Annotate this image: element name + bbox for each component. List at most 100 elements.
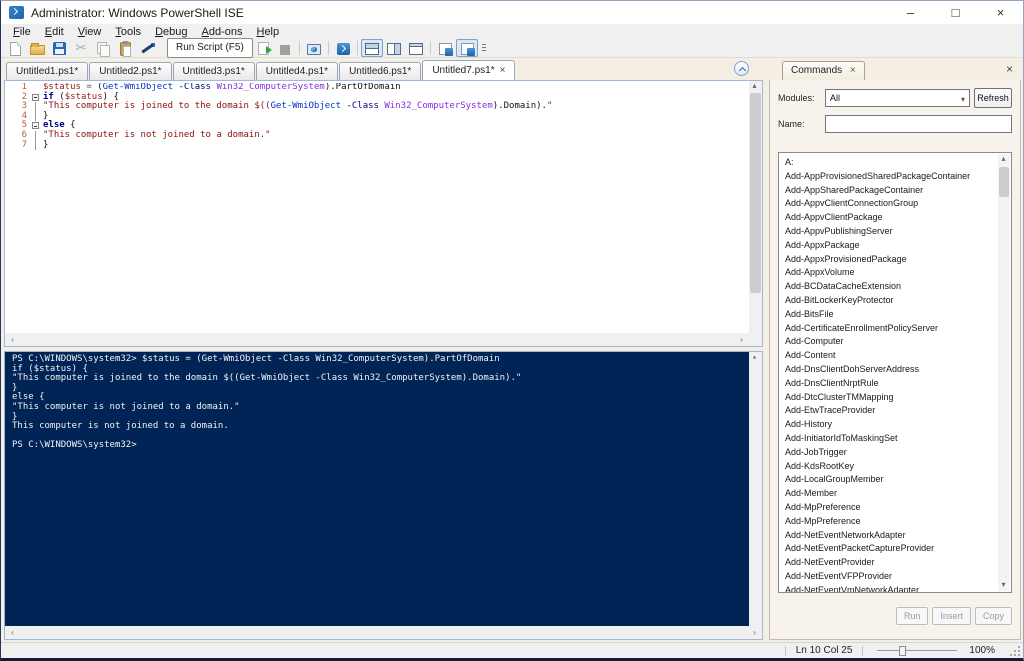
scroll-up-icon[interactable]: ▴ bbox=[749, 352, 760, 363]
menu-addons[interactable]: Add-ons bbox=[195, 26, 250, 38]
command-item[interactable]: Add-DtcClusterTMMapping bbox=[785, 391, 997, 405]
menu-help[interactable]: Help bbox=[249, 26, 286, 38]
command-item[interactable]: Add-NetEventVmNetworkAdapter bbox=[785, 584, 997, 592]
commands-tab-close-icon[interactable]: × bbox=[850, 65, 856, 76]
command-item[interactable]: Add-BCDataCacheExtension bbox=[785, 280, 997, 294]
command-item[interactable]: Add-DnsClientNrptRule bbox=[785, 377, 997, 391]
menu-file[interactable]: File bbox=[6, 26, 38, 38]
pane-right-button[interactable] bbox=[383, 39, 405, 57]
command-item[interactable]: Add-Computer bbox=[785, 335, 997, 349]
tab-untitled4ps1[interactable]: Untitled4.ps1* bbox=[255, 62, 339, 80]
commands-vertical-scrollbar[interactable]: ▴ ▾ bbox=[998, 154, 1010, 591]
console-pane[interactable]: ▴ PS C:\WINDOWS\system32> $status = (Get… bbox=[5, 352, 762, 626]
toolbar-overflow-icon[interactable] bbox=[480, 41, 488, 55]
open-script-button[interactable] bbox=[26, 39, 48, 57]
scrollbar-thumb[interactable] bbox=[750, 93, 761, 293]
menu-view[interactable]: View bbox=[71, 26, 109, 38]
start-powershell-button[interactable] bbox=[332, 39, 354, 57]
new-script-button[interactable] bbox=[4, 39, 26, 57]
new-ps-tab-button[interactable] bbox=[434, 39, 456, 57]
commands-list[interactable]: A: Add-AppProvisionedSharedPackageContain… bbox=[778, 152, 1012, 593]
close-button[interactable]: × bbox=[978, 1, 1023, 24]
command-item[interactable]: Add-BitsFile bbox=[785, 308, 997, 322]
console-horizontal-scrollbar[interactable]: ‹ › bbox=[5, 626, 762, 639]
command-item[interactable]: Add-BitLockerKeyProtector bbox=[785, 294, 997, 308]
paste-button[interactable] bbox=[114, 39, 136, 57]
code-editor[interactable]: 1 $status = (Get-WmiObject -Class Win32_C… bbox=[5, 83, 749, 333]
scroll-left-icon[interactable]: ‹ bbox=[7, 335, 18, 345]
command-item[interactable]: Add-MpPreference bbox=[785, 501, 997, 515]
command-item[interactable]: Add-EtwTraceProvider bbox=[785, 404, 997, 418]
cut-button[interactable]: ✂ bbox=[70, 39, 92, 57]
pane-top-button[interactable] bbox=[361, 39, 383, 57]
run-selection-button[interactable] bbox=[252, 39, 274, 57]
command-item[interactable]: Add-AppProvisionedSharedPackageContainer bbox=[785, 170, 997, 184]
tab-untitled7ps1[interactable]: Untitled7.ps1* × bbox=[422, 60, 516, 80]
command-item[interactable]: Add-NetEventProvider bbox=[785, 556, 997, 570]
command-item[interactable]: Add-AppvPublishingServer bbox=[785, 225, 997, 239]
menu-tools[interactable]: Tools bbox=[108, 26, 148, 38]
zoom-slider-thumb[interactable] bbox=[899, 645, 907, 656]
commands-insert-button[interactable]: Insert bbox=[932, 607, 971, 625]
command-item[interactable]: Add-AppSharedPackageContainer bbox=[785, 184, 997, 198]
stop-operation-button[interactable] bbox=[274, 39, 296, 57]
scroll-right-icon[interactable]: › bbox=[736, 335, 747, 345]
zoom-slider[interactable] bbox=[877, 645, 958, 657]
command-item[interactable]: Add-AppvClientPackage bbox=[785, 211, 997, 225]
command-item[interactable]: Add-NetEventVFPProvider bbox=[785, 570, 997, 584]
menu-edit[interactable]: Edit bbox=[38, 26, 71, 38]
command-item[interactable]: Add-JobTrigger bbox=[785, 446, 997, 460]
command-item[interactable]: Add-NetEventPacketCaptureProvider bbox=[785, 542, 997, 556]
copy-button[interactable] bbox=[92, 39, 114, 57]
editor-vertical-scrollbar[interactable]: ▴ bbox=[749, 81, 762, 333]
tab-untitled6ps1[interactable]: Untitled6.ps1* bbox=[339, 62, 422, 80]
command-item[interactable]: Add-LocalGroupMember bbox=[785, 473, 997, 487]
editor-horizontal-scrollbar[interactable]: ‹ › bbox=[5, 333, 749, 346]
command-item[interactable]: Add-KdsRootKey bbox=[785, 460, 997, 474]
collapse-editor-button[interactable] bbox=[734, 61, 749, 76]
command-item[interactable]: Add-Content bbox=[785, 349, 997, 363]
scroll-left-icon[interactable]: ‹ bbox=[7, 628, 18, 638]
command-item[interactable]: Add-History bbox=[785, 418, 997, 432]
script-editor-pane[interactable]: 1 $status = (Get-WmiObject -Class Win32_C… bbox=[4, 80, 763, 347]
modules-dropdown[interactable]: All ▾ bbox=[825, 89, 970, 107]
command-item[interactable]: Add-InitiatorIdToMaskingSet bbox=[785, 432, 997, 446]
commands-copy-button[interactable]: Copy bbox=[974, 607, 1012, 625]
collapse-region-icon[interactable] bbox=[32, 122, 39, 130]
command-item[interactable]: Add-AppxPackage bbox=[785, 239, 997, 253]
command-item[interactable]: Add-AppxProvisionedPackage bbox=[785, 253, 997, 267]
tab-close-icon[interactable]: × bbox=[500, 65, 506, 76]
console-vertical-scrollbar[interactable]: ▴ bbox=[749, 352, 762, 626]
command-item[interactable]: Add-MpPreference bbox=[785, 515, 997, 529]
new-remote-powershell-tab-button[interactable] bbox=[303, 39, 325, 57]
scrollbar-thumb[interactable] bbox=[999, 167, 1009, 197]
resize-grip[interactable] bbox=[1009, 645, 1021, 657]
refresh-button[interactable]: Refresh bbox=[974, 88, 1012, 108]
copy-icon bbox=[96, 41, 110, 57]
scroll-down-icon[interactable]: ▾ bbox=[998, 580, 1009, 591]
command-item[interactable]: Add-DnsClientDohServerAddress bbox=[785, 363, 997, 377]
tab-untitled1ps1[interactable]: Untitled1.ps1* bbox=[6, 62, 89, 80]
show-commands-addon-button[interactable] bbox=[456, 39, 478, 57]
command-item[interactable]: Add-CertificateEnrollmentPolicyServer bbox=[785, 322, 997, 336]
tab-untitled3ps1[interactable]: Untitled3.ps1* bbox=[172, 62, 255, 80]
command-item[interactable]: Add-NetEventNetworkAdapter bbox=[785, 529, 997, 543]
menu-debug[interactable]: Debug bbox=[148, 26, 194, 38]
tab-untitled2ps1[interactable]: Untitled2.ps1* bbox=[89, 62, 172, 80]
scroll-up-icon[interactable]: ▴ bbox=[998, 154, 1009, 165]
collapse-region-icon[interactable] bbox=[32, 93, 39, 101]
command-item[interactable]: Add-Member bbox=[785, 487, 997, 501]
commands-run-button[interactable]: Run bbox=[895, 607, 929, 625]
tab-commands[interactable]: Commands × bbox=[782, 61, 865, 80]
scroll-up-icon[interactable]: ▴ bbox=[749, 81, 760, 92]
command-item[interactable]: Add-AppvClientConnectionGroup bbox=[785, 197, 997, 211]
minimize-button[interactable]: – bbox=[888, 1, 933, 24]
maximize-button[interactable]: □ bbox=[933, 1, 978, 24]
scroll-right-icon[interactable]: › bbox=[749, 628, 760, 638]
command-item[interactable]: Add-AppxVolume bbox=[785, 266, 997, 280]
save-script-button[interactable] bbox=[48, 39, 70, 57]
clear-console-pane-button[interactable] bbox=[136, 39, 158, 57]
pane-max-button[interactable] bbox=[405, 39, 427, 57]
addon-pane-close-icon[interactable]: × bbox=[1006, 62, 1013, 76]
name-filter-input[interactable] bbox=[825, 115, 1012, 133]
